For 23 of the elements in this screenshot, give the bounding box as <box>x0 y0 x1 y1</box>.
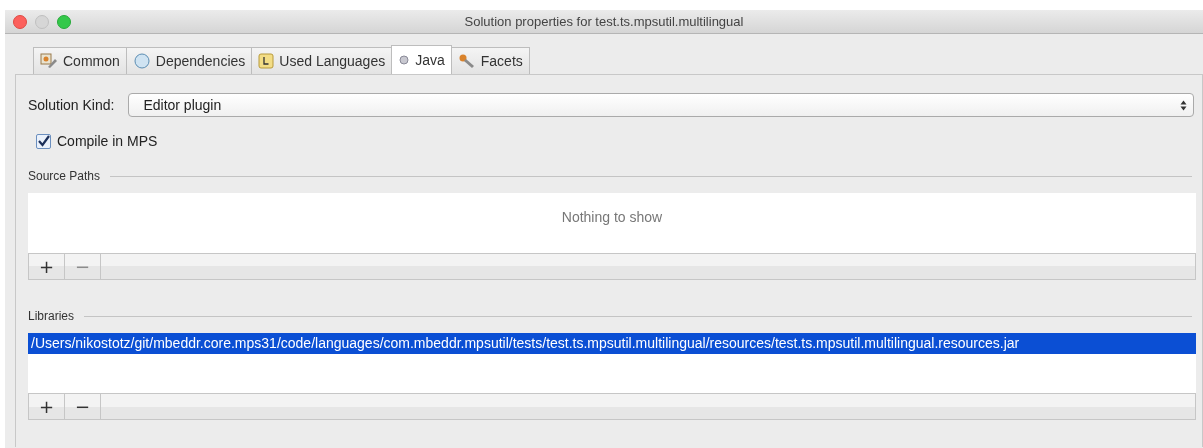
add-button[interactable]: + <box>29 394 65 419</box>
updown-arrow-icon <box>1180 99 1187 111</box>
empty-message: Nothing to show <box>560 209 664 225</box>
tab[interactable]: Java <box>391 45 452 74</box>
close-button[interactable] <box>13 14 27 29</box>
add-button[interactable]: + <box>29 254 65 279</box>
dot-icon <box>398 54 411 66</box>
window-title: Solution properties for test.ts.mpsutil.multilingual <box>464 14 744 29</box>
tab[interactable]: Used Languages <box>251 47 393 74</box>
letter-l-icon <box>258 53 275 69</box>
remove-button[interactable]: − <box>65 394 101 419</box>
field-label: Solution Kind: <box>28 97 115 113</box>
section-title: Libraries <box>28 309 75 323</box>
checkbox-label: Compile in MPS <box>57 133 158 149</box>
checkbox[interactable] <box>36 133 51 149</box>
maximize-button[interactable] <box>57 14 71 29</box>
tab[interactable]: Common <box>33 47 127 74</box>
tab[interactable]: Dependencies <box>125 47 253 74</box>
list-item[interactable]: /Users/nikostotz/git/mbeddr.core.mps31/code/languages/com.mbeddr.mpsutil/tests/test.ts.mpsutil.multilingual/resources/test.ts.mpsutil.multilingual.resources.jar <box>28 333 1196 354</box>
checkmark-icon <box>37 134 50 148</box>
tab[interactable]: Facets <box>450 47 530 74</box>
section-title: Source Paths <box>28 169 101 183</box>
solution-kind-dropdown[interactable]: Editor plugin <box>128 93 1194 117</box>
